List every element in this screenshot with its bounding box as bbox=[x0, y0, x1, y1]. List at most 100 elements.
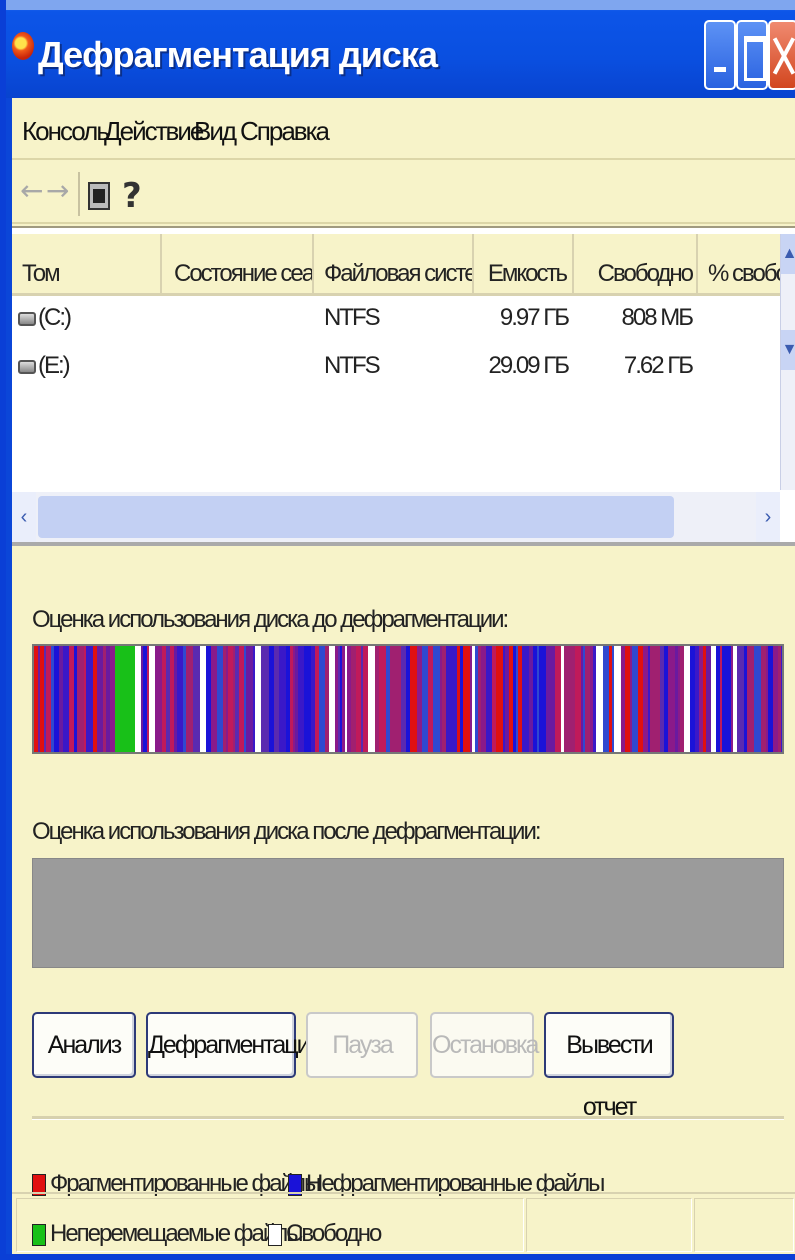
fragment-stripe bbox=[614, 646, 621, 752]
status-pane bbox=[526, 1198, 692, 1252]
arrow-left-icon[interactable]: ← bbox=[20, 174, 43, 214]
fragment-stripe bbox=[401, 646, 406, 752]
column-session-status[interactable]: Состояние сеанса bbox=[162, 234, 314, 296]
horizontal-scroll-thumb[interactable] bbox=[38, 496, 674, 538]
fragment-stripe bbox=[706, 646, 711, 752]
fragment-stripe bbox=[684, 646, 690, 752]
fragment-stripe bbox=[529, 646, 533, 752]
scroll-up-icon[interactable]: ▲ bbox=[781, 234, 795, 274]
fragment-stripe bbox=[345, 646, 347, 752]
fragment-stripe bbox=[266, 646, 269, 752]
fragment-stripe bbox=[226, 646, 228, 752]
fragment-stripe bbox=[186, 646, 193, 752]
minimize-button[interactable] bbox=[704, 20, 736, 90]
fragment-stripe bbox=[235, 646, 239, 752]
client-area: Консоль Действие Вид Справка ← → ? Том С… bbox=[12, 98, 795, 1254]
fragmentation-bars bbox=[34, 646, 782, 752]
fragment-stripe bbox=[147, 646, 149, 752]
fragment-stripe bbox=[149, 646, 155, 752]
fragment-stripe bbox=[206, 646, 211, 752]
fragment-stripe bbox=[255, 646, 261, 752]
fragment-stripe bbox=[690, 646, 695, 752]
scroll-right-icon[interactable]: › bbox=[756, 492, 780, 542]
fragment-stripe bbox=[731, 646, 733, 752]
fragment-stripe bbox=[593, 646, 596, 752]
scroll-left-icon[interactable]: ‹ bbox=[12, 492, 36, 542]
fragment-stripe bbox=[347, 646, 351, 752]
console-tree-icon[interactable] bbox=[88, 182, 110, 210]
fragment-stripe bbox=[200, 646, 206, 752]
fragment-stripe bbox=[422, 646, 428, 752]
view-report-button[interactable]: Вывести отчет bbox=[544, 1012, 674, 1121]
arrow-right-icon[interactable]: → bbox=[46, 174, 69, 214]
fragment-stripe bbox=[720, 646, 722, 752]
pause-button[interactable]: Пауза bbox=[306, 1012, 418, 1078]
fragment-stripe bbox=[379, 646, 386, 752]
fragment-stripe bbox=[117, 646, 121, 752]
fragment-stripe bbox=[335, 646, 338, 752]
column-header-row: Том Состояние сеанса Файловая система Ем… bbox=[12, 234, 780, 296]
fragment-stripe bbox=[744, 646, 747, 752]
fragment-stripe bbox=[660, 646, 664, 752]
fragment-stripe bbox=[522, 646, 529, 752]
fragment-stripe bbox=[162, 646, 166, 752]
status-bar bbox=[12, 1192, 795, 1254]
fragment-stripe bbox=[773, 646, 778, 752]
vertical-scrollbar[interactable]: ▲ ▼ bbox=[780, 234, 795, 490]
fragment-stripe bbox=[648, 646, 650, 752]
column-file-system[interactable]: Файловая система bbox=[314, 234, 474, 296]
menu-view[interactable]: Вид bbox=[194, 116, 237, 147]
menu-help[interactable]: Справка bbox=[240, 116, 330, 147]
maximize-button[interactable] bbox=[736, 20, 768, 90]
fragment-stripe bbox=[123, 646, 126, 752]
help-icon[interactable]: ? bbox=[122, 176, 150, 216]
title-bar[interactable]: Дефрагментация диска bbox=[6, 0, 795, 98]
fragment-stripe bbox=[585, 646, 590, 752]
fragment-stripe bbox=[290, 646, 293, 752]
file-system-cell: NTFS bbox=[324, 352, 381, 379]
fragment-stripe bbox=[571, 646, 575, 752]
horizontal-scrollbar[interactable]: ‹ › bbox=[12, 492, 780, 542]
fragment-stripe bbox=[533, 646, 537, 752]
toolbar-separator bbox=[78, 172, 80, 216]
volume-row[interactable]: (C:) NTFS 9.97 ГБ 808 МБ bbox=[12, 296, 780, 342]
fragment-stripe bbox=[747, 646, 754, 752]
fragment-stripe bbox=[193, 646, 200, 752]
fragment-stripe bbox=[621, 646, 625, 752]
fragment-stripe bbox=[555, 646, 561, 752]
fragment-stripe bbox=[695, 646, 699, 752]
fragment-stripe bbox=[472, 646, 475, 752]
menu-action[interactable]: Действие bbox=[104, 116, 204, 147]
defragment-button[interactable]: Дефрагментация bbox=[146, 1012, 322, 1078]
scroll-down-icon[interactable]: ▼ bbox=[781, 330, 795, 370]
fragment-stripe bbox=[183, 646, 186, 752]
close-button[interactable] bbox=[768, 20, 795, 90]
menu-bar: Консоль Действие Вид Справка bbox=[12, 98, 795, 160]
volume-row[interactable]: (E:) NTFS 29.09 ГБ 7.62 ГБ bbox=[12, 344, 780, 390]
fragment-stripe bbox=[86, 646, 93, 752]
stop-button[interactable]: Остановка bbox=[430, 1012, 539, 1078]
fragment-stripe bbox=[664, 646, 668, 752]
fragment-stripe bbox=[470, 646, 472, 752]
volume-name-cell: (E:) bbox=[18, 352, 71, 380]
fragment-stripe bbox=[325, 646, 329, 752]
fragment-stripe bbox=[766, 646, 768, 752]
menu-console[interactable]: Консоль bbox=[22, 116, 110, 147]
column-capacity[interactable]: Емкость bbox=[474, 234, 574, 296]
fragment-stripe bbox=[609, 646, 612, 752]
column-volume[interactable]: Том bbox=[12, 234, 162, 296]
fragment-stripe bbox=[306, 646, 311, 752]
column-free-percent[interactable]: % свобо bbox=[698, 234, 780, 296]
fragment-stripe bbox=[272, 646, 274, 752]
hard-drive-icon bbox=[18, 359, 36, 374]
fragment-stripe bbox=[368, 646, 375, 752]
fragment-stripe bbox=[74, 646, 77, 752]
fragment-stripe bbox=[390, 646, 396, 752]
column-free[interactable]: Свободно bbox=[574, 234, 698, 296]
fragment-stripe bbox=[321, 646, 325, 752]
fragment-stripe bbox=[304, 646, 306, 752]
fragment-stripe bbox=[546, 646, 551, 752]
fragment-stripe bbox=[130, 646, 135, 752]
analyze-button[interactable]: Анализ bbox=[32, 1012, 136, 1078]
fragment-stripe bbox=[135, 646, 141, 752]
